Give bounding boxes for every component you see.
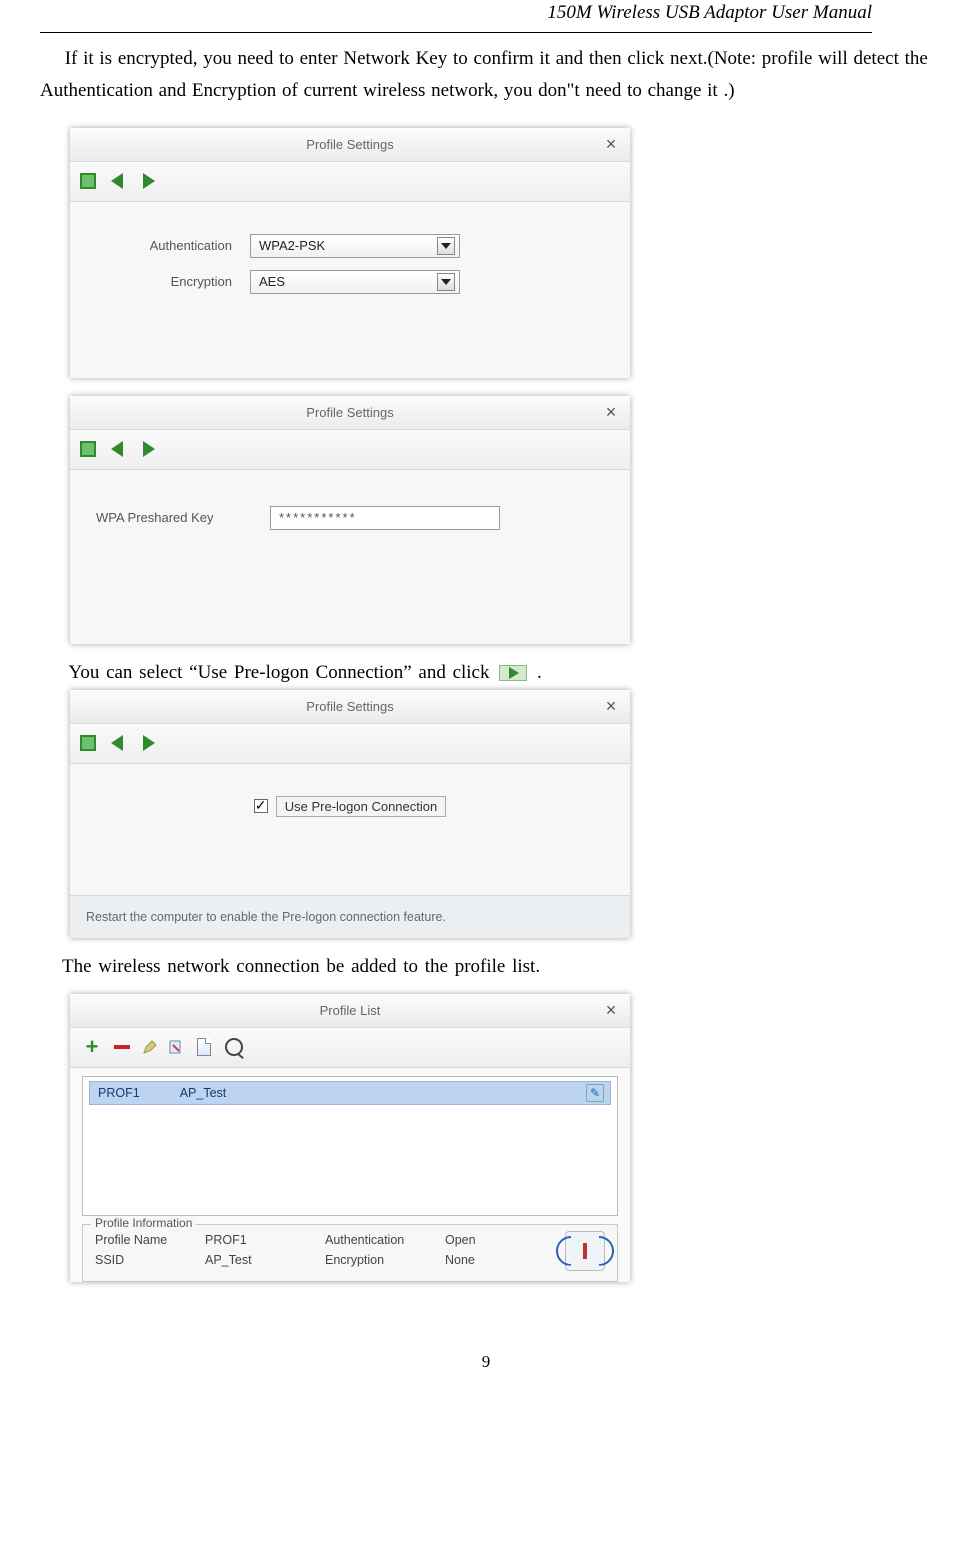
page-number: 9 (40, 1352, 932, 1372)
dialog-title: Profile Settings × (70, 690, 630, 724)
header-rule (40, 32, 872, 33)
profile-list-toolbar: + (70, 1028, 630, 1068)
add-profile-button[interactable]: + (82, 1037, 102, 1057)
authentication-label: Authentication (90, 238, 250, 253)
arrow-right-icon (143, 735, 155, 751)
authentication-select[interactable]: WPA2-PSK (250, 234, 460, 258)
auth-value: Open (445, 1233, 525, 1247)
preshared-key-label: WPA Preshared Key (90, 510, 270, 525)
pencil-doc-icon (168, 1039, 184, 1055)
back-button[interactable] (106, 170, 128, 192)
profile-settings-dialog-2: Profile Settings × WPA Preshared Key ***… (70, 396, 630, 644)
profile-list-row[interactable]: PROF1 AP_Test ✎ (89, 1081, 611, 1105)
encryption-value: AES (259, 274, 285, 289)
back-button[interactable] (106, 732, 128, 754)
preshared-key-value: *********** (279, 510, 357, 525)
paragraph-1: If it is encrypted, you need to enter Ne… (40, 43, 932, 108)
profile-list: PROF1 AP_Test ✎ (82, 1076, 618, 1216)
next-button[interactable] (138, 170, 160, 192)
remove-profile-button[interactable] (112, 1037, 132, 1057)
profile-information-fieldset: Profile Information Profile Name PROF1 A… (82, 1224, 618, 1282)
arrow-left-icon (111, 735, 123, 751)
dialog-toolbar (70, 430, 630, 470)
profile-name-label: Profile Name (95, 1233, 205, 1247)
back-button[interactable] (106, 438, 128, 460)
dialog-title-text: Profile Settings (306, 699, 393, 714)
pencil-icon (142, 1039, 158, 1055)
dropdown-button[interactable] (437, 273, 455, 291)
paragraph-3a: You can select “Use Pre-logon Connection… (69, 662, 497, 683)
ssid-value: AP_Test (205, 1253, 325, 1267)
arrow-right-icon (509, 667, 519, 679)
signal-icon (565, 1231, 605, 1271)
arrow-right-icon (143, 173, 155, 189)
paragraph-4: The wireless network connection be added… (62, 956, 932, 978)
encryption-select[interactable]: AES (250, 270, 460, 294)
paragraph-3: You can select “Use Pre-logon Connection… (40, 662, 932, 684)
arrow-right-icon (143, 441, 155, 457)
profile-settings-dialog-1: Profile Settings × Authentication WPA2-P… (70, 128, 630, 378)
fieldset-title: Profile Information (91, 1216, 196, 1230)
row-profile-ssid: AP_Test (180, 1086, 227, 1100)
minus-icon (114, 1045, 130, 1049)
profile-list-dialog: Profile List × + PROF1 AP_Test ✎ Profile… (70, 994, 630, 1282)
chevron-down-icon (441, 243, 451, 249)
enc-label: Encryption (325, 1253, 445, 1267)
chevron-down-icon (441, 279, 451, 285)
enc-value: None (445, 1253, 525, 1267)
import-profile-button[interactable] (194, 1037, 214, 1057)
close-icon[interactable]: × (602, 1001, 620, 1019)
dropdown-button[interactable] (437, 237, 455, 255)
profile-settings-dialog-3: Profile Settings × Use Pre-logon Connect… (70, 690, 630, 938)
edit-profile-button[interactable] (142, 1039, 158, 1055)
paragraph-3b: . (537, 662, 542, 683)
authentication-value: WPA2-PSK (259, 238, 325, 253)
ssid-label: SSID (95, 1253, 205, 1267)
dialog-title: Profile Settings × (70, 128, 630, 162)
stop-icon[interactable] (80, 441, 96, 457)
document-icon (197, 1038, 211, 1056)
profile-name-value: PROF1 (205, 1233, 325, 1247)
next-button[interactable] (138, 438, 160, 460)
inline-next-icon (499, 665, 527, 681)
dialog-title-text: Profile List (320, 1003, 381, 1018)
prelogon-note: Restart the computer to enable the Pre-l… (70, 895, 630, 938)
dialog-title-text: Profile Settings (306, 137, 393, 152)
row-profile-name: PROF1 (98, 1086, 140, 1100)
scan-button[interactable] (224, 1037, 244, 1057)
dialog-toolbar (70, 162, 630, 202)
next-button[interactable] (138, 732, 160, 754)
close-icon[interactable]: × (602, 135, 620, 153)
prelogon-checkbox[interactable] (254, 799, 268, 813)
stop-icon[interactable] (80, 735, 96, 751)
close-icon[interactable]: × (602, 403, 620, 421)
stop-icon[interactable] (80, 173, 96, 189)
page-header: 150M Wireless USB Adaptor User Manual (40, 2, 872, 24)
preshared-key-input[interactable]: *********** (270, 506, 500, 530)
scan-icon (225, 1038, 243, 1056)
encryption-label: Encryption (90, 274, 250, 289)
auth-label: Authentication (325, 1233, 445, 1247)
dialog-title: Profile Settings × (70, 396, 630, 430)
prelogon-checkbox-label: Use Pre-logon Connection (276, 796, 446, 817)
arrow-left-icon (111, 173, 123, 189)
dialog-title: Profile List × (70, 994, 630, 1028)
dialog-toolbar (70, 724, 630, 764)
row-action-icon[interactable]: ✎ (586, 1084, 604, 1102)
arrow-left-icon (111, 441, 123, 457)
close-icon[interactable]: × (602, 697, 620, 715)
dialog-title-text: Profile Settings (306, 405, 393, 420)
duplicate-profile-button[interactable] (168, 1039, 184, 1055)
